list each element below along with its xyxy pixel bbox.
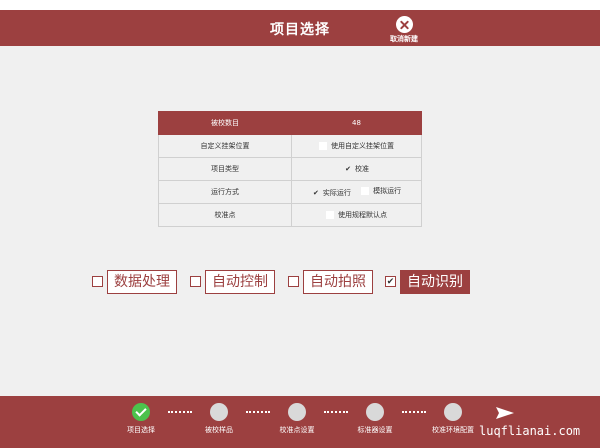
table-row: 校准点 使用规程默认点 — [158, 203, 422, 227]
checkbox-label: 使用规程默认点 — [338, 210, 387, 219]
project-type-calibration-option[interactable]: ✔ 校准 — [344, 164, 369, 174]
step-project-select[interactable]: 项目选择 — [111, 403, 171, 435]
option-label: 实际运行 — [322, 189, 351, 197]
paper-plane-icon[interactable] — [496, 407, 514, 419]
page-title: 项目选择 — [270, 22, 330, 38]
task-checkbox[interactable] — [190, 276, 201, 287]
step-standards[interactable]: 标准器设置 — [345, 403, 405, 435]
step-navigation: 项目选择 被校样品 校准点设置 标准器设置 校准环境配置 — [0, 396, 600, 448]
step-dot — [366, 403, 384, 421]
check-icon — [132, 403, 150, 421]
step-label: 项目选择 — [127, 426, 155, 434]
table-row: 项目类型 ✔ 校准 — [158, 157, 422, 181]
step-calibration-points[interactable]: 校准点设置 — [267, 403, 327, 435]
step-samples[interactable]: 被校样品 — [189, 403, 249, 435]
task-data-processing-button[interactable]: 数据处理 — [107, 270, 177, 294]
option-label: 校准 — [355, 165, 369, 173]
checkbox-label: 使用自定义挂架位置 — [331, 141, 394, 150]
param-key: 项目类型 — [158, 157, 292, 181]
task-auto-photo-button[interactable]: 自动拍照 — [303, 270, 373, 294]
task-auto-control-button[interactable]: 自动控制 — [205, 270, 275, 294]
param-key: 校准点 — [158, 203, 292, 227]
sample-count-input[interactable]: 48 — [291, 111, 422, 135]
table-row: 被校数目 48 — [158, 111, 422, 135]
table-row: 自定义挂架位置 使用自定义挂架位置 — [158, 134, 422, 158]
task-checkbox[interactable]: ✔ — [385, 276, 396, 287]
option-label: 模拟运行 — [373, 187, 402, 195]
task-checkbox[interactable] — [288, 276, 299, 287]
step-label: 标准器设置 — [357, 426, 393, 434]
checkbox-box — [319, 141, 327, 150]
watermark-text: luqflianai.com — [479, 424, 581, 438]
top-strip — [0, 0, 600, 10]
step-label: 校准环境配置 — [432, 426, 474, 434]
step-dot — [288, 403, 306, 421]
close-circle-icon — [395, 16, 413, 33]
step-dot — [210, 403, 228, 421]
header-bar: 项目选择 取消新建 — [0, 10, 600, 46]
custom-rack-checkbox[interactable]: 使用自定义挂架位置 — [319, 141, 394, 151]
checkbox-box — [326, 210, 334, 219]
param-key: 被校数目 — [158, 111, 292, 135]
param-key: 运行方式 — [158, 180, 292, 204]
table-row: 运行方式 ✔ 实际运行 模拟运行 — [158, 180, 422, 204]
default-points-checkbox[interactable]: 使用规程默认点 — [326, 210, 387, 220]
run-mode-simulated-option[interactable]: 模拟运行 — [361, 186, 401, 196]
task-auto-recognition-button[interactable]: 自动识别 — [400, 270, 470, 294]
task-checkbox[interactable] — [92, 276, 103, 287]
cancel-new-label: 取消新建 — [390, 35, 418, 43]
check-icon: ✔ — [312, 189, 319, 197]
step-environment[interactable]: 校准环境配置 — [423, 403, 483, 435]
step-label: 被校样品 — [205, 426, 233, 434]
checkbox-box — [361, 187, 370, 195]
cancel-new-button[interactable]: 取消新建 — [386, 14, 422, 46]
check-icon: ✔ — [345, 165, 351, 173]
step-dot — [444, 403, 462, 421]
param-key: 自定义挂架位置 — [158, 134, 292, 158]
run-mode-actual-option[interactable]: ✔ 实际运行 — [312, 188, 351, 198]
project-params-table: 被校数目 48 自定义挂架位置 使用自定义挂架位置 项目类型 ✔ 校准 运行方式… — [158, 111, 422, 227]
step-label: 校准点设置 — [279, 426, 315, 434]
